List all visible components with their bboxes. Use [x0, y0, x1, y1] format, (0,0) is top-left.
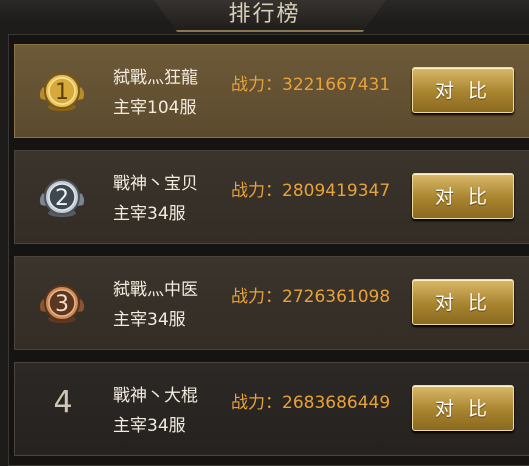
power-value: 战力：2809419347 [231, 181, 391, 201]
player-name: 戰神丶大棍 [113, 386, 198, 406]
compare-button[interactable]: 对 比 [412, 173, 514, 219]
rank-number: 1 [55, 80, 69, 105]
server-name: 主宰104服 [113, 98, 197, 118]
page-title: 排行榜 [228, 2, 301, 27]
silver-medal-icon: 2 [39, 179, 85, 217]
power-value: 战力：2726361098 [231, 287, 391, 307]
gold-medal-icon: 1 [39, 73, 85, 111]
ranking-row-1: 1 弑戰灬狂龍 主宰104服 战力：3221667431 对 比 [14, 44, 529, 138]
rank-number: 2 [55, 186, 69, 211]
compare-button[interactable]: 对 比 [412, 385, 514, 431]
server-name: 主宰34服 [113, 204, 186, 224]
compare-button[interactable]: 对 比 [412, 67, 514, 113]
power-value: 战力：3221667431 [231, 75, 391, 95]
server-name: 主宰34服 [113, 416, 186, 436]
server-name: 主宰34服 [113, 310, 186, 330]
ranking-row-2: 2 戰神丶宝贝 主宰34服 战力：2809419347 对 比 [14, 150, 529, 244]
power-value: 战力：2683686449 [231, 393, 391, 413]
ranking-row-4: 4 戰神丶大棍 主宰34服 战力：2683686449 对 比 [14, 362, 529, 456]
compare-button[interactable]: 对 比 [412, 279, 514, 325]
rank-number: 4 [53, 385, 73, 420]
player-name: 弑戰灬狂龍 [113, 68, 198, 88]
player-name: 弑戰灬中医 [113, 280, 198, 300]
player-name: 戰神丶宝贝 [113, 174, 198, 194]
bronze-medal-icon: 3 [39, 285, 85, 323]
rank-number: 3 [55, 292, 69, 317]
ranking-row-3: 3 弑戰灬中医 主宰34服 战力：2726361098 对 比 [14, 256, 529, 350]
